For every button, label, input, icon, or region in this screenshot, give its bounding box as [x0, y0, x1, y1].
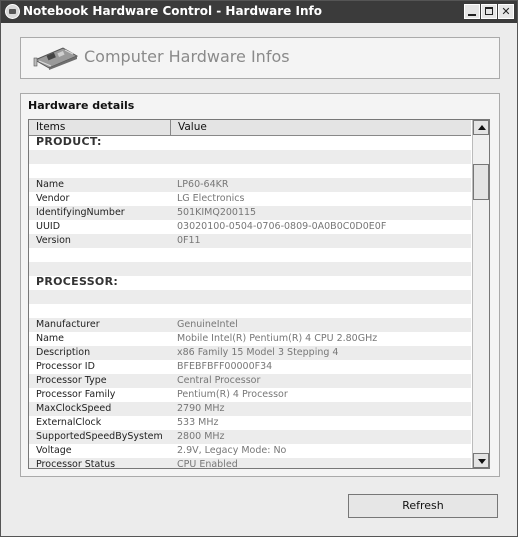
item-value: LG Electronics [177, 193, 245, 204]
list-item[interactable]: SupportedSpeedBySystem 2800 MHz [29, 430, 471, 444]
item-value: 2.9V, Legacy Mode: No [177, 445, 287, 456]
list-item[interactable]: Manufacturer GenuineIntel [29, 318, 471, 332]
item-value: Central Processor [177, 375, 261, 386]
minimize-icon [468, 14, 476, 16]
item-name: MaxClockSpeed [36, 403, 112, 414]
section-header: PRODUCT: [36, 136, 102, 148]
app-icon[interactable] [5, 4, 20, 19]
section-header-row[interactable]: PRODUCT: [29, 136, 471, 150]
item-name: Processor Status [36, 459, 116, 468]
item-name: UUID [36, 221, 61, 232]
close-icon: ✕ [501, 5, 511, 18]
blank-row[interactable] [29, 304, 471, 318]
item-name: Version [36, 235, 71, 246]
scroll-thumb[interactable] [473, 164, 489, 200]
list-item[interactable]: Description x86 Family 15 Model 3 Steppin… [29, 346, 471, 360]
vertical-scrollbar[interactable] [472, 120, 489, 468]
list-item[interactable]: Name LP60-64KR [29, 178, 471, 192]
hardware-details-group: Hardware details Items Value PRODUCT: Nam… [20, 93, 500, 477]
item-value: 2800 MHz [177, 431, 225, 442]
item-name: Name [36, 179, 65, 190]
refresh-button[interactable]: Refresh [348, 494, 498, 518]
list-item[interactable]: Processor ID BFEBFBFF00000F34 [29, 360, 471, 374]
hardware-details-list[interactable]: Items Value PRODUCT: Name LP60-64KR Vendor L… [28, 119, 490, 469]
list-item[interactable]: Voltage 2.9V, Legacy Mode: No [29, 444, 471, 458]
group-title: Hardware details [28, 99, 135, 112]
item-name: Processor Type [36, 375, 107, 386]
item-value: 2790 MHz [177, 403, 225, 414]
blank-row[interactable] [29, 164, 471, 178]
scroll-down-arrow-icon[interactable] [473, 453, 489, 468]
blank-row[interactable] [29, 150, 471, 164]
minimize-button[interactable] [464, 4, 480, 19]
item-value: GenuineIntel [177, 319, 238, 330]
item-value: 533 MHz [177, 417, 219, 428]
header-panel: Computer Hardware Infos [20, 37, 500, 79]
item-value: 0F11 [177, 235, 201, 246]
blank-row[interactable] [29, 290, 471, 304]
list-header: Items Value [29, 120, 471, 136]
section-header: PROCESSOR: [36, 275, 119, 288]
maximize-button[interactable] [481, 4, 497, 19]
blank-row[interactable] [29, 248, 471, 262]
column-header-items[interactable]: Items [29, 120, 171, 135]
list-item[interactable]: MaxClockSpeed 2790 MHz [29, 402, 471, 416]
item-value: x86 Family 15 Model 3 Stepping 4 [177, 347, 339, 358]
item-value: CPU Enabled [177, 459, 238, 468]
window-title: Notebook Hardware Control - Hardware Inf… [23, 4, 322, 18]
item-name: ExternalClock [36, 417, 102, 428]
item-value: LP60-64KR [177, 179, 229, 190]
item-name: SupportedSpeedBySystem [36, 431, 163, 442]
hardware-info-window: Notebook Hardware Control - Hardware Inf… [0, 0, 518, 537]
item-value: 03020100-0504-0706-0809-0A0B0C0D0E0F [177, 221, 387, 232]
item-name: Processor Family [36, 389, 116, 400]
item-value: Mobile Intel(R) Pentium(R) 4 CPU 2.80GHz [177, 333, 378, 344]
blank-row[interactable] [29, 262, 471, 276]
item-value: 501KIMQ200115 [177, 207, 257, 218]
item-name: Manufacturer [36, 319, 100, 330]
scroll-up-arrow-icon[interactable] [473, 120, 489, 135]
list-item[interactable]: IdentifyingNumber 501KIMQ200115 [29, 206, 471, 220]
list-rows: PRODUCT: Name LP60-64KR Vendor LG Electronic… [29, 136, 471, 468]
item-name: Voltage [36, 445, 72, 456]
list-item[interactable]: Version 0F11 [29, 234, 471, 248]
column-header-value[interactable]: Value [171, 120, 471, 135]
item-name: Description [36, 347, 91, 358]
list-item[interactable]: Processor Status CPU Enabled [29, 458, 471, 468]
list-item[interactable]: UUID 03020100-0504-0706-0809-0A0B0C0D0E0F [29, 220, 471, 234]
list-item[interactable]: Vendor LG Electronics [29, 192, 471, 206]
pci-card-icon [33, 47, 79, 70]
column-label-value: Value [178, 121, 207, 133]
item-name: Vendor [36, 193, 70, 204]
list-item[interactable]: Processor Type Central Processor [29, 374, 471, 388]
item-name: Processor ID [36, 361, 95, 372]
list-item[interactable]: Processor Family Pentium(R) 4 Processor [29, 388, 471, 402]
item-value: BFEBFBFF00000F34 [177, 361, 273, 372]
item-value: Pentium(R) 4 Processor [177, 389, 288, 400]
maximize-icon [485, 7, 493, 15]
title-bar[interactable]: Notebook Hardware Control - Hardware Inf… [1, 1, 517, 23]
list-item[interactable]: ExternalClock 533 MHz [29, 416, 471, 430]
close-button[interactable]: ✕ [498, 4, 514, 19]
list-item[interactable]: Name Mobile Intel(R) Pentium(R) 4 CPU 2.8… [29, 332, 471, 346]
item-name: IdentifyingNumber [36, 207, 125, 218]
header-title: Computer Hardware Infos [84, 47, 290, 66]
item-name: Name [36, 333, 65, 344]
column-label-items: Items [36, 121, 66, 133]
section-header-row[interactable]: PROCESSOR: [29, 275, 471, 290]
